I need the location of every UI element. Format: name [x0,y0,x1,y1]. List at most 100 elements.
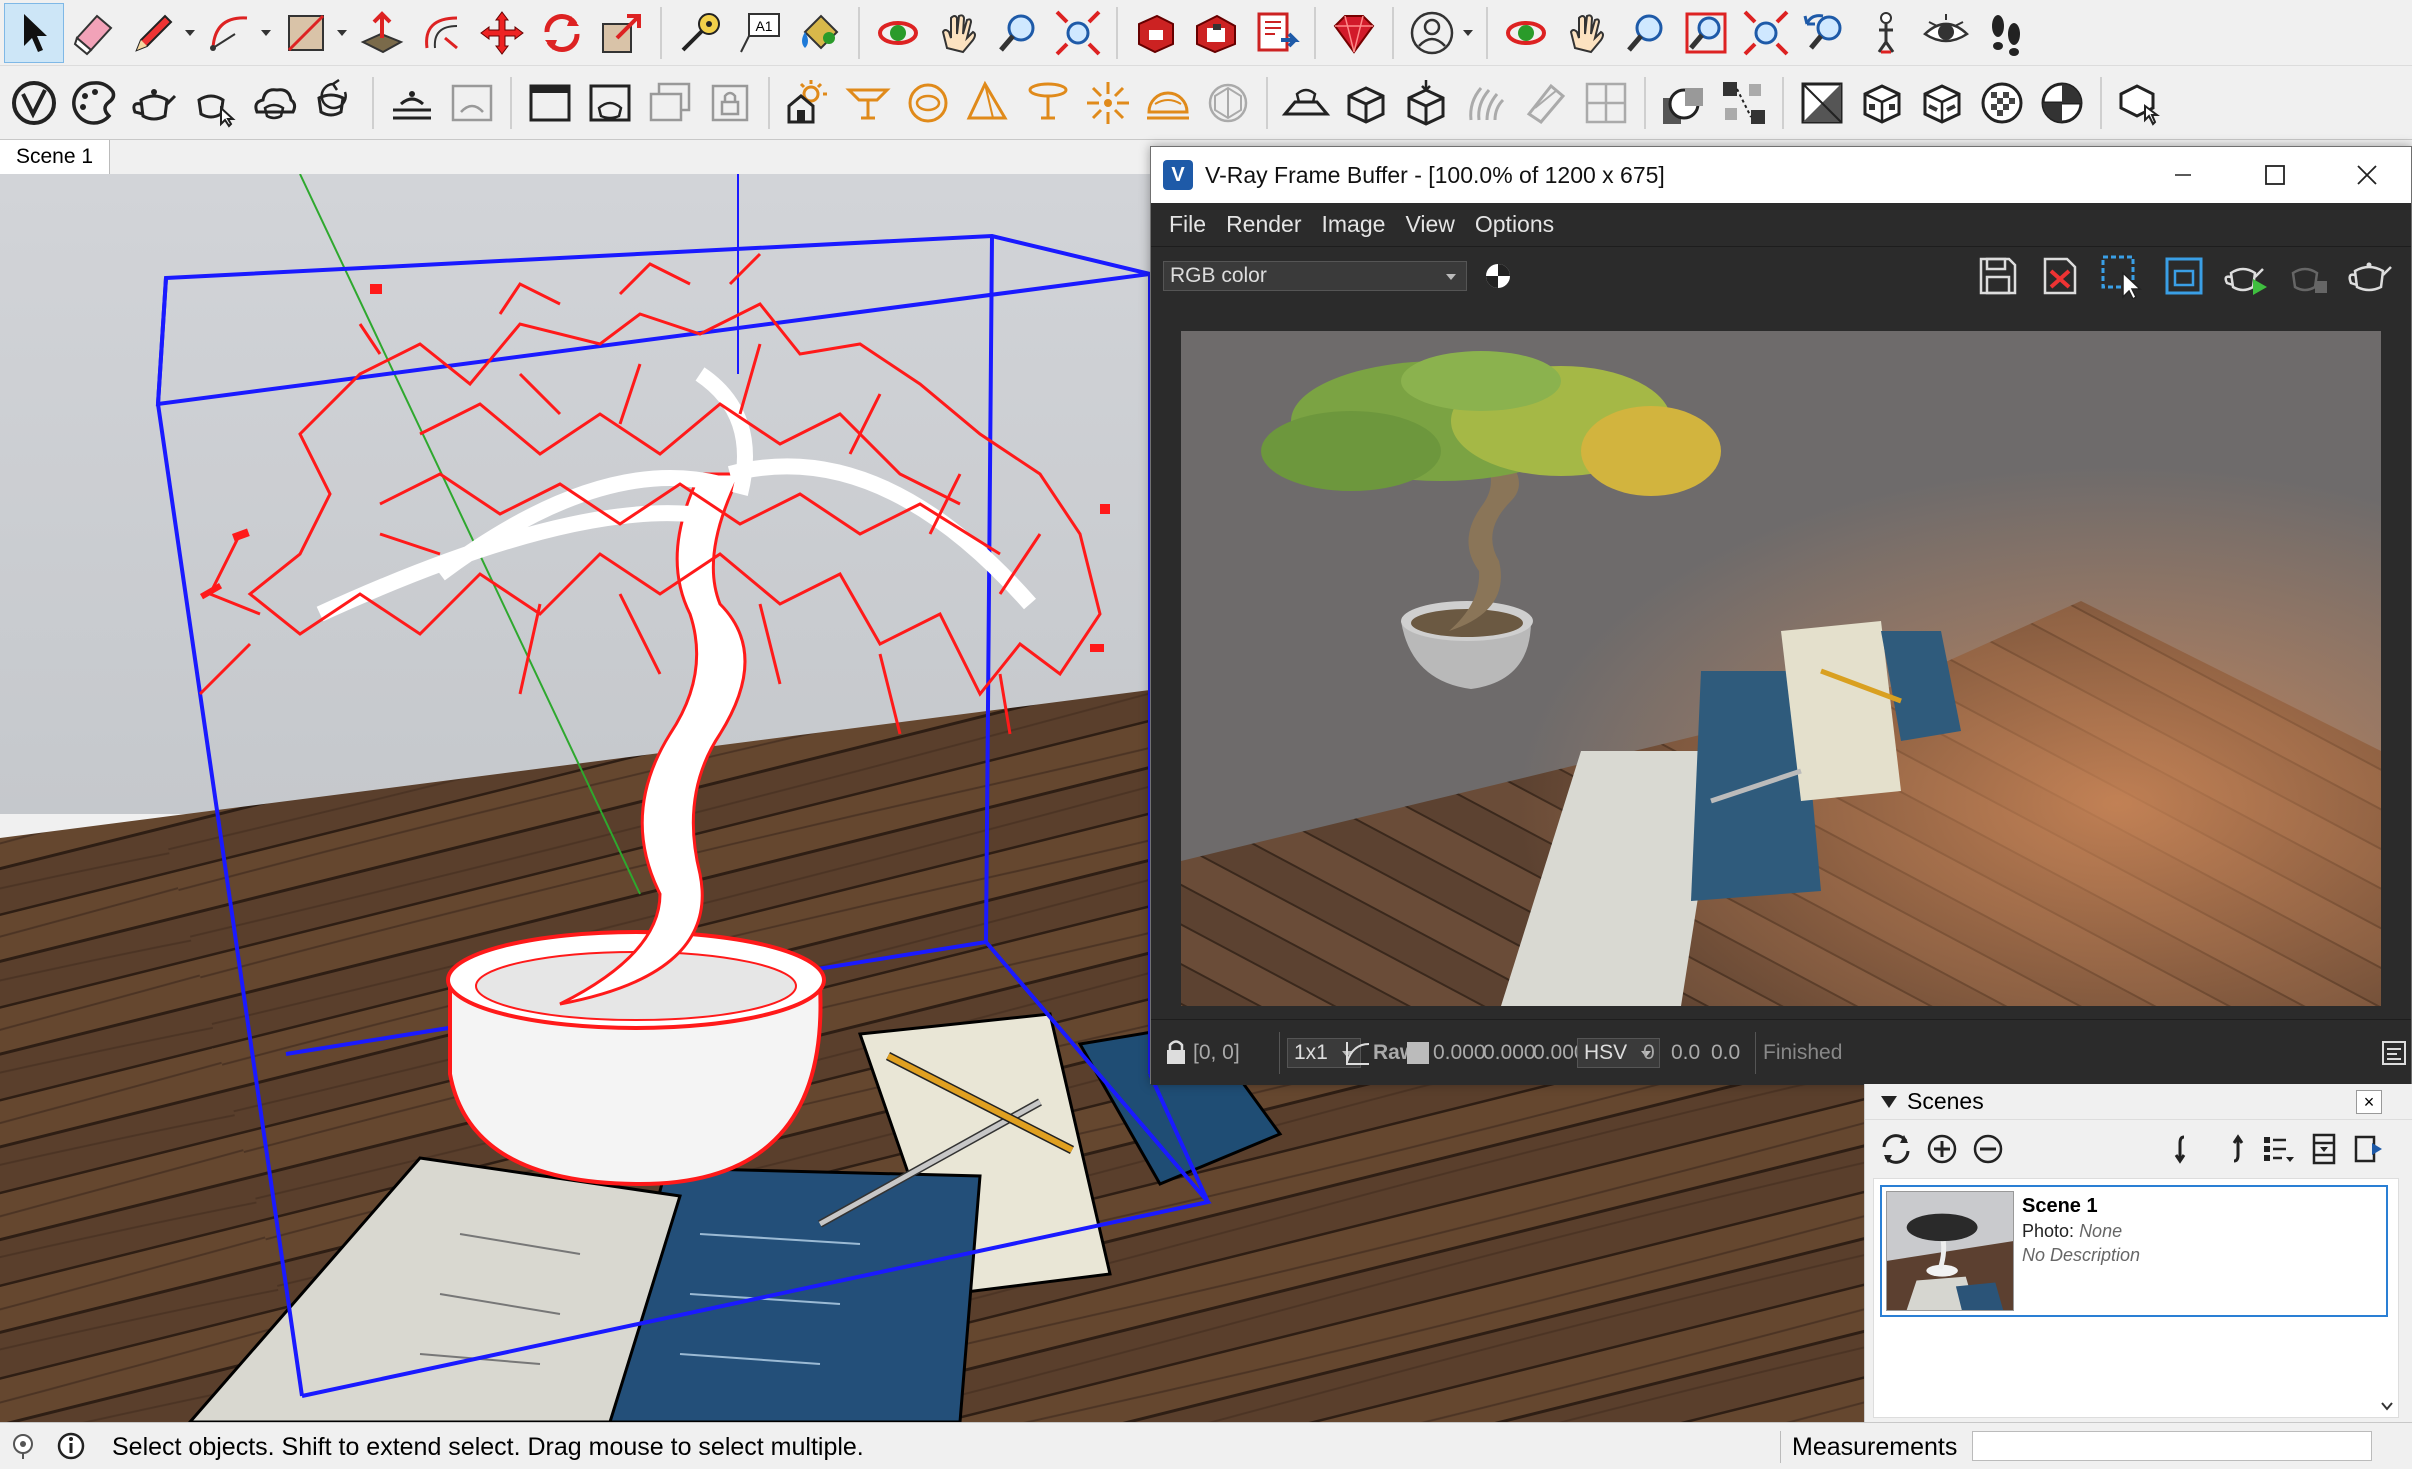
infinite-plane-button[interactable] [1276,73,1336,133]
close-button[interactable] [2321,147,2412,203]
color-correction-button[interactable] [1483,261,1513,291]
collapse-triangle-icon[interactable] [1881,1095,1897,1108]
scene-import-button[interactable] [1576,73,1636,133]
minimize-button[interactable] [2137,147,2229,203]
channel-select[interactable]: RGB color [1163,261,1467,291]
measurements-input[interactable] [1972,1431,2372,1461]
render-viewport-button[interactable] [580,73,640,133]
pencil-dropdown[interactable] [184,3,196,63]
user-account-dropdown[interactable] [1462,3,1474,63]
update-scene-button[interactable] [1873,1126,1919,1172]
history-panel-button[interactable] [2381,1020,2407,1086]
vray-frame-buffer-window[interactable]: V V-Ray Frame Buffer - [100.0% of 1200 x… [1150,146,2412,1086]
select-tool-button[interactable] [4,2,64,63]
maximize-button[interactable] [2229,147,2321,203]
arc-tool-button[interactable] [200,3,260,63]
pencil-tool-button[interactable] [124,3,184,63]
clear-image-button[interactable] [2029,251,2091,301]
view-options-button[interactable] [2255,1126,2301,1172]
vray-toolbar-button[interactable] [2110,73,2170,133]
cloud-render-button[interactable] [244,73,304,133]
scenes-close-button[interactable]: × [2356,1090,2382,1114]
ruby-console-button[interactable] [1324,3,1384,63]
info-icon[interactable] [56,1431,86,1461]
render-output-button[interactable] [640,73,700,133]
sample-icon-button[interactable] [1343,1020,1373,1086]
interactive-render-button[interactable] [184,73,244,133]
proxy-import-button[interactable] [1336,73,1396,133]
spot-light-button[interactable] [958,73,1018,133]
shading-button[interactable] [2032,73,2092,133]
rectangle-dropdown[interactable] [336,3,348,63]
paint-bucket-tool-button[interactable] [790,3,850,63]
rotate-tool-button[interactable] [532,3,592,63]
remove-scene-button[interactable] [1965,1126,2011,1172]
zoom-2-button[interactable] [1616,3,1676,63]
render-last-button[interactable] [2339,251,2401,301]
rendered-image[interactable] [1181,331,2381,1006]
scene-tab[interactable]: Scene 1 [0,140,111,174]
orbit-tool-button[interactable] [868,3,928,63]
checker-button[interactable] [1792,73,1852,133]
move-scene-down-button[interactable] [2163,1126,2209,1172]
look-around-button[interactable] [1916,3,1976,63]
move-tool-button[interactable] [472,3,532,63]
render-toggle-button[interactable] [382,73,442,133]
omni-light-button[interactable] [1078,73,1138,133]
mesh-clipper-button[interactable] [1516,73,1576,133]
sphere-preview-button[interactable] [1972,73,2032,133]
cube-preview-button[interactable] [1912,73,1972,133]
move-scene-up-button[interactable] [2209,1126,2255,1172]
scene-item[interactable]: Scene 1 Photo: None No Description [1880,1185,2388,1317]
menu-options[interactable]: Options [1475,211,1554,238]
eraser-tool-button[interactable] [64,3,124,63]
menu-view[interactable]: View [1405,211,1454,238]
mesh-light-button[interactable] [1198,73,1258,133]
orbit-2-button[interactable] [1496,3,1556,63]
object-id-button[interactable] [1714,73,1774,133]
walk-button[interactable] [1976,3,2036,63]
frame-buffer-button[interactable] [442,73,502,133]
layout-button[interactable] [1246,3,1306,63]
scroll-down-icon[interactable] [2380,1399,2394,1413]
menu-image[interactable]: Image [1322,211,1386,238]
pan-2-button[interactable] [1556,3,1616,63]
fur-button[interactable] [1456,73,1516,133]
arc-dropdown[interactable] [260,3,272,63]
lock-coords-button[interactable] [1163,1020,1189,1086]
sphere-light-button[interactable] [898,73,958,133]
3d-warehouse-button[interactable] [1126,3,1186,63]
render-region-button[interactable] [520,73,580,133]
start-render-button[interactable] [2215,251,2277,301]
region-render-button[interactable] [2091,251,2153,301]
vfb-titlebar[interactable]: V V-Ray Frame Buffer - [100.0% of 1200 x… [1151,147,2411,203]
tape-measure-tool-button[interactable] [670,3,730,63]
extension-warehouse-button[interactable] [1186,3,1246,63]
ies-light-button[interactable] [1018,73,1078,133]
render-button[interactable] [124,73,184,133]
scene-menu-button[interactable] [2347,1126,2393,1172]
zoom-extents-tool-button[interactable] [1048,3,1108,63]
zoom-tool-button[interactable] [988,3,1048,63]
lock-camera-button[interactable] [700,73,760,133]
asset-editor-button[interactable] [64,73,124,133]
menu-file[interactable]: File [1169,211,1206,238]
geo-location-icon[interactable] [8,1431,38,1461]
position-camera-button[interactable] [1856,3,1916,63]
details-button[interactable] [2301,1126,2347,1172]
offset-tool-button[interactable] [412,3,472,63]
material-override-button[interactable] [1852,73,1912,133]
toggle-geometry-button[interactable] [1654,73,1714,133]
track-mouse-button[interactable] [2153,251,2215,301]
add-scene-button[interactable] [1919,1126,1965,1172]
stop-render-button[interactable] [2277,251,2339,301]
user-account-button[interactable] [1402,3,1462,63]
proxy-export-button[interactable] [1396,73,1456,133]
push-pull-tool-button[interactable] [352,3,412,63]
zoom-window-button[interactable] [1676,3,1736,63]
scale-tool-button[interactable] [592,3,652,63]
text-tool-button[interactable]: A1 [730,3,790,63]
menu-render[interactable]: Render [1226,211,1301,238]
pan-tool-button[interactable] [928,3,988,63]
zoom-extents-2-button[interactable] [1736,3,1796,63]
